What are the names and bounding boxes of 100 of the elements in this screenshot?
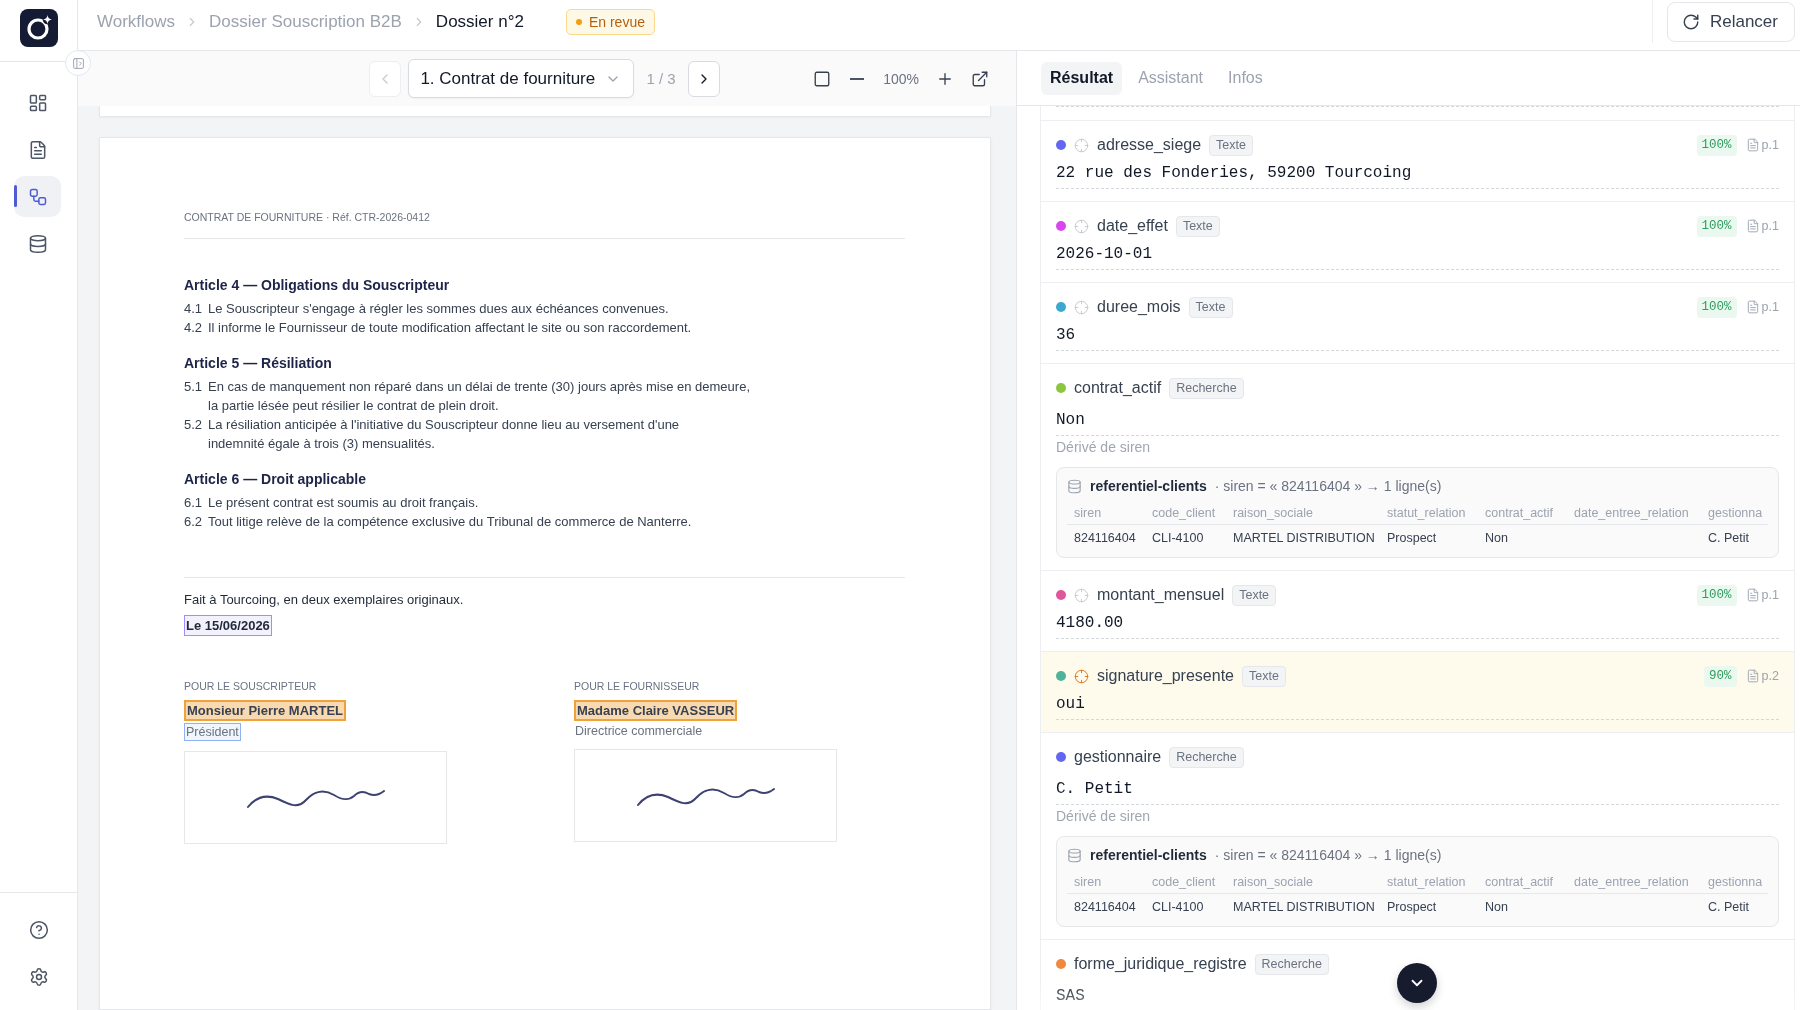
database-icon [1067,847,1082,863]
column-header: statut_relation [1380,501,1478,525]
rerun-button[interactable]: Relancer [1666,1,1795,42]
table-cell-text: Prospect [1386,529,1438,547]
column-header: gestionna [1701,501,1768,525]
column-header: code_client [1145,870,1226,894]
document-icon [1745,300,1760,314]
lookup-source: referentiel-clients [1090,847,1207,863]
panel-icon [71,56,85,70]
table-cell-text: 824116404 [1073,898,1137,916]
table-cell-text: CLI-4100 [1151,529,1205,547]
column-header: date_entree_relation [1567,870,1701,894]
field-name: contrat_actif [1074,379,1162,397]
fit-page-button[interactable] [813,69,832,88]
clause-number: 4.2 [184,319,204,337]
signature-date: Le 15/06/2026 [184,615,272,636]
lookup-source: referentiel-clients [1090,478,1207,494]
database-icon [27,233,48,254]
clause-number: 5.2 [184,416,204,434]
help-icon [28,920,49,940]
table-cell-text: Non [1484,529,1509,547]
clause-text: Il informe le Fournisseur de toute modification affectant le site ou son raccordement. [208,319,692,337]
workflow-icon [27,186,48,207]
square-icon [813,69,832,88]
clause-text: Le présent contrat est soumis au droit français. [208,494,479,512]
signatory-title: Directrice commerciale [574,723,704,739]
type-badge: Texte [1232,584,1277,606]
crosshair-icon[interactable] [1074,668,1089,684]
field-value: 2026-10-01 [1056,244,1152,264]
derivation-note: Dérivé de siren [1056,438,1151,456]
column-header: siren [1067,501,1145,525]
field-value: 36 [1056,325,1076,345]
clause-text: La résiliation anticipée à l'initiative du Souscripteur donne lieu au versement d'une indemnité égale à trois (3) mensualités. [208,416,680,453]
column-header: code_client [1145,501,1226,525]
column-header: raison_sociale [1226,501,1380,525]
document-select[interactable]: 1. Contrat de fourniture [408,59,635,98]
field-value: 4180.00 [1056,613,1124,633]
confidence-badge: 100% [1696,296,1737,318]
settings-icon [28,967,49,987]
signatory-role: POUR LE SOUSCRIPTEUR [184,679,317,694]
column-header: raison_sociale [1226,870,1380,894]
confidence-badge: 100% [1696,215,1737,237]
field-name: signature_presente [1097,667,1234,685]
derivation-note: Dérivé de siren [1056,807,1151,825]
dashboard-icon [27,92,48,113]
signatory-role: POUR LE FOURNISSEUR [574,679,700,694]
field-name: forme_juridique_registre [1074,955,1247,973]
table-cell-text: 824116404 [1073,529,1137,547]
field-item[interactable]: signature_presente Texte 90% p.2 oui [1041,651,1794,732]
field-name: montant_mensuel [1097,586,1225,604]
field-value: Non [1056,410,1085,430]
zoom-level: 100% [883,70,919,87]
document-icon [1745,588,1760,602]
confidence-badge: 100% [1696,134,1737,156]
lookup-query: · siren = « 824116404 » → 1 ligne(s) [1214,478,1442,494]
external-link-icon [971,69,989,88]
clause-number: 6.1 [184,494,204,512]
type-badge: Recherche [1254,953,1329,975]
lookup-query: · siren = « 824116404 » → 1 ligne(s) [1214,847,1442,863]
article-heading: Article 4 — Obligations du Souscripteur [184,276,450,295]
open-external-button[interactable] [971,69,989,88]
column-header: siren [1067,870,1145,894]
confidence-badge: 90% [1704,665,1737,687]
column-header: contrat_actif [1478,870,1567,894]
active-indicator [14,185,17,207]
field-name: duree_mois [1097,298,1181,316]
signatory-name: Monsieur Pierre MARTEL [184,700,347,721]
type-badge: Texte [1188,296,1233,318]
field-value: C. Petit [1056,779,1133,799]
type-badge: Recherche [1169,377,1244,399]
table-cell-text: MARTEL DISTRIBUTION [1232,898,1376,916]
database-icon [1067,478,1082,494]
type-badge: Texte [1175,215,1220,237]
field-value: SAS [1056,986,1085,1006]
breadcrumb-current[interactable]: Dossier n°2 [435,11,524,32]
signatory-name: Madame Claire VASSEUR [574,700,738,721]
signatory-title: Président [184,723,241,741]
article-heading: Article 6 — Droit applicable [184,470,367,489]
minus-icon [850,77,865,80]
column-header: contrat_actif [1478,501,1567,525]
confidence-badge: 100% [1696,584,1737,606]
document-icon [1745,138,1760,152]
logo-icon [19,9,58,47]
table-cell-text: MARTEL DISTRIBUTION [1232,529,1376,547]
clause-text: Tout litige relève de la compétence exclusive du Tribunal de commerce de Nanterre. [208,513,692,531]
column-header: date_entree_relation [1567,501,1701,525]
document-icon [1745,219,1760,233]
page-counter: 1 / 3 [646,70,676,87]
column-header: gestionna [1701,870,1768,894]
next-button[interactable] [687,60,720,97]
clause-number: 4.1 [184,300,204,318]
field-name: gestionnaire [1074,748,1162,766]
clause-text: Le Souscripteur s'engage à régler les sommes dues aux échéances convenues. [208,300,669,318]
panel-tab[interactable]: Résultat [1041,61,1123,95]
type-badge: Texte [1209,134,1253,156]
field-value: oui [1056,694,1085,714]
table-cell-text: Non [1484,898,1509,916]
document-icon [1745,669,1760,683]
rail-nav-button[interactable] [14,176,61,217]
clause-text: En cas de manquement non réparé dans un délai de trente (30) jours après mise en demeure, la partie lésée peut résilier le contrat de plein droit. [208,378,750,415]
